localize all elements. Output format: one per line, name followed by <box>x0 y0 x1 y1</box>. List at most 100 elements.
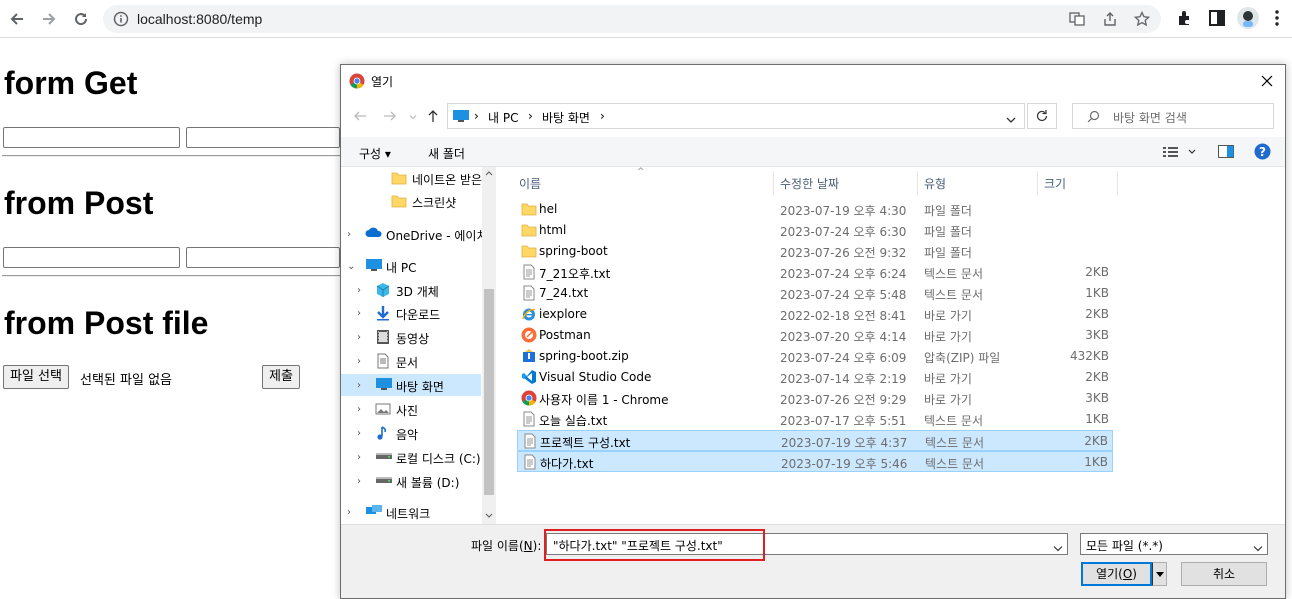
column-separator[interactable] <box>1117 171 1118 195</box>
file-row[interactable]: spring-boot 2023-07-26 오전 9:32 파일 폴더 <box>517 241 1113 262</box>
file-size: 432KB <box>1069 349 1109 363</box>
new-folder-button[interactable]: 새 폴더 <box>428 145 465 162</box>
file-name: html <box>539 223 567 237</box>
file-row[interactable]: 오늘 실습.txt 2023-07-17 오후 5:51 텍스트 문서 1KB <box>517 409 1113 430</box>
choose-file-button[interactable]: 파일 선택 <box>3 365 69 389</box>
chevron-right-icon[interactable]: › <box>357 308 361 319</box>
refresh-button[interactable] <box>1027 103 1057 129</box>
extensions-icon[interactable] <box>1176 9 1194 30</box>
help-icon[interactable]: ? <box>1254 143 1271 163</box>
chevron-right-icon[interactable]: › <box>357 452 361 463</box>
chevron-right-icon[interactable]: › <box>357 356 361 367</box>
reload-button[interactable] <box>69 7 93 31</box>
site-info-icon[interactable] <box>113 11 129 30</box>
breadcrumb[interactable]: › 내 PC › 바탕 화면 › <box>447 103 1025 129</box>
dialog-close-button[interactable] <box>1257 71 1277 91</box>
chevron-right-icon[interactable]: › <box>357 285 361 296</box>
scroll-up-icon[interactable] <box>485 170 493 176</box>
filetype-select[interactable]: 모든 파일 (*.*) <box>1080 533 1268 555</box>
nav-item[interactable]: › 로컬 디스크 (C:) <box>341 446 481 468</box>
organize-button[interactable]: 구성 ▾ <box>359 145 391 162</box>
nav-item[interactable]: › 동영상 <box>341 326 481 348</box>
file-row[interactable]: 7_24.txt 2023-07-24 오후 5:48 텍스트 문서 1KB <box>517 283 1113 304</box>
address-bar[interactable]: localhost:8080/temp <box>103 5 1161 33</box>
breadcrumb-item-desktop[interactable]: 바탕 화면 <box>542 109 590 126</box>
nav-item[interactable]: › 네트워크 <box>341 501 481 523</box>
up-arrow-icon[interactable] <box>426 109 440 126</box>
nav-item[interactable]: 스크린샷 <box>341 190 481 212</box>
column-separator[interactable] <box>1037 171 1038 195</box>
forward-button[interactable] <box>37 7 61 31</box>
post-input-2[interactable] <box>186 247 340 268</box>
file-row[interactable]: hel 2023-07-19 오후 4:30 파일 폴더 <box>517 199 1113 220</box>
back-button[interactable] <box>5 7 29 31</box>
nav-scrollbar[interactable] <box>482 167 496 524</box>
nav-item[interactable]: › OneDrive - 에이치 <box>341 223 488 245</box>
file-row[interactable]: 7_21오후.txt 2023-07-24 오후 6:24 텍스트 문서 2KB <box>517 262 1113 283</box>
chevron-down-icon[interactable] <box>1253 541 1263 555</box>
column-separator[interactable] <box>773 171 774 195</box>
history-chevron-icon[interactable] <box>409 110 417 124</box>
expanded-chevron-icon[interactable]: ⌄ <box>347 261 355 272</box>
post-input-1[interactable] <box>3 247 180 268</box>
nav-item[interactable]: › 3D 개체 <box>341 279 481 301</box>
chevron-down-icon[interactable] <box>1053 541 1063 555</box>
column-separator[interactable] <box>917 171 918 195</box>
open-split-dropdown[interactable] <box>1152 562 1167 586</box>
file-row[interactable]: html 2023-07-24 오후 6:30 파일 폴더 <box>517 220 1113 241</box>
nav-item[interactable]: › 새 볼륨 (D:) <box>341 470 481 492</box>
side-panel-icon[interactable] <box>1208 9 1226 30</box>
share-icon[interactable] <box>1102 11 1118 30</box>
text-file-icon <box>521 285 537 301</box>
file-row[interactable]: 사용자 이름 1 - Chrome 2023-07-26 오전 9:29 바로 가기… <box>517 388 1113 409</box>
nav-item[interactable]: 네이트온 받은 파 <box>341 167 496 189</box>
back-arrow-icon[interactable] <box>353 109 367 126</box>
file-type: 텍스트 문서 <box>924 414 984 428</box>
preview-pane-icon[interactable] <box>1218 145 1234 161</box>
cancel-button[interactable]: 취소 <box>1181 562 1267 586</box>
file-status-text: 선택된 파일 없음 <box>80 373 172 388</box>
view-options-icon[interactable] <box>1163 147 1197 161</box>
file-row[interactable]: Visual Studio Code 2023-07-14 오후 2:19 바로 가… <box>517 367 1113 388</box>
more-menu-icon[interactable] <box>1274 9 1280 30</box>
bookmark-star-icon[interactable] <box>1133 10 1151 30</box>
file-row[interactable]: Postman 2023-07-20 오후 4:14 바로 가기 3KB <box>517 325 1113 346</box>
nav-item[interactable]: › 음악 <box>341 422 481 444</box>
column-header-type[interactable]: 유형 <box>924 175 946 192</box>
forward-arrow-icon[interactable] <box>383 109 397 126</box>
file-row[interactable]: iexplore 2022-02-18 오전 8:41 바로 가기 2KB <box>517 304 1113 325</box>
chevron-right-icon[interactable]: › <box>347 507 351 518</box>
translate-icon[interactable] <box>1069 11 1085 30</box>
nav-item[interactable]: ⌄ 내 PC <box>341 255 481 277</box>
column-header-size[interactable]: 크기 <box>1044 175 1066 192</box>
file-type: 파일 폴더 <box>924 204 972 218</box>
sort-arrow-icon: ^ <box>637 167 645 177</box>
file-row[interactable]: spring-boot.zip 2023-07-24 오후 6:09 압축(ZIP)… <box>517 346 1113 367</box>
chevron-right-icon[interactable]: › <box>357 404 361 415</box>
chevron-right-icon[interactable]: › <box>357 428 361 439</box>
get-input-2[interactable] <box>186 127 340 148</box>
get-input-1[interactable] <box>3 127 180 148</box>
breadcrumb-item-pc[interactable]: 내 PC <box>488 109 518 126</box>
file-row[interactable]: 하다가.txt 2023-07-19 오후 5:46 텍스트 문서 1KB <box>517 451 1113 472</box>
profile-avatar[interactable] <box>1237 7 1259 32</box>
column-header-date[interactable]: 수정한 날짜 <box>780 175 839 192</box>
column-header-name[interactable]: 이름 <box>519 175 541 192</box>
nav-item-label: 네트워크 <box>386 507 431 521</box>
scroll-down-icon[interactable] <box>485 513 493 519</box>
chevron-right-icon[interactable]: › <box>357 380 361 391</box>
chevron-down-icon[interactable] <box>1006 113 1016 127</box>
chevron-right-icon[interactable]: › <box>347 229 351 240</box>
file-row[interactable]: 프로젝트 구성.txt 2023-07-19 오후 4:37 텍스트 문서 2KB <box>517 430 1113 451</box>
scroll-thumb[interactable] <box>484 289 494 495</box>
open-button[interactable]: 열기(O) <box>1081 562 1152 586</box>
chevron-right-icon[interactable]: › <box>357 332 361 343</box>
chevron-right-icon[interactable]: › <box>357 476 361 487</box>
nav-item[interactable]: › 다운로드 <box>341 302 481 324</box>
search-input[interactable]: 바탕 화면 검색 <box>1072 103 1274 129</box>
nav-item[interactable]: › 사진 <box>341 398 481 420</box>
submit-button[interactable]: 제출 <box>262 365 300 389</box>
nav-item[interactable]: › 바탕 화면 <box>341 374 481 396</box>
nav-item[interactable]: › 문서 <box>341 350 481 372</box>
file-name: hel <box>539 202 558 216</box>
